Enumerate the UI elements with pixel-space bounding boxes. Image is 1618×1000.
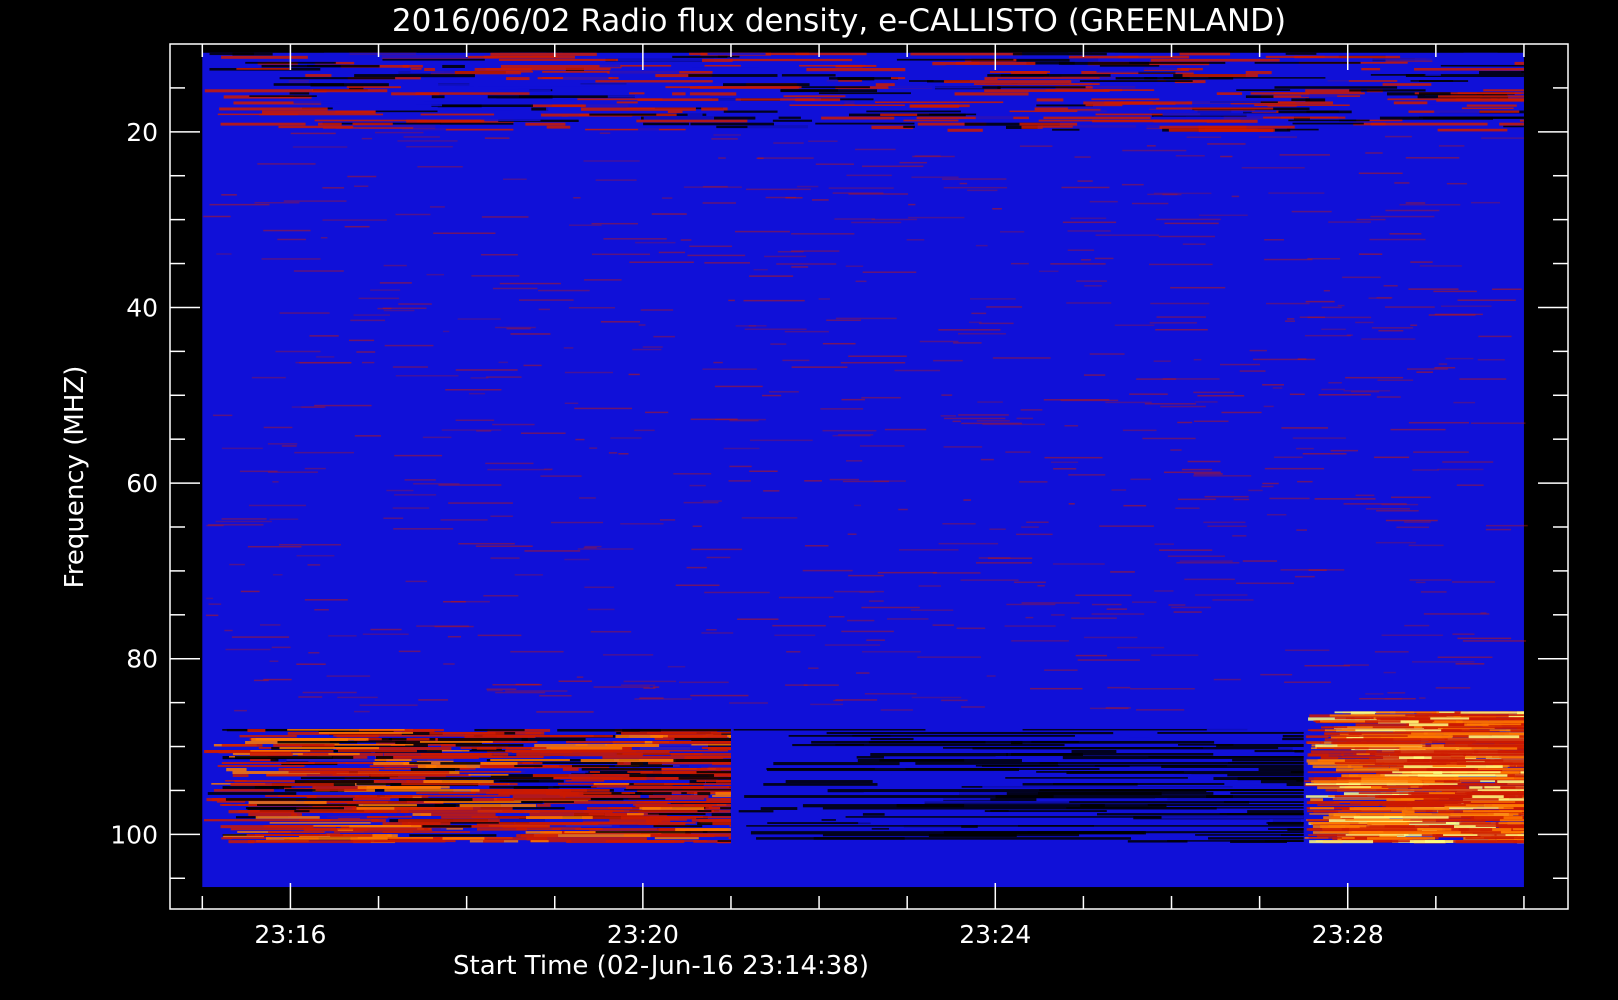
x-tick-label: 23:20 — [607, 920, 679, 949]
y-tick-label: 40 — [126, 293, 158, 322]
chart-title: 2016/06/02 Radio flux density, e-CALLIST… — [392, 3, 1286, 39]
y-axis-label: Frequency (MHZ) — [60, 366, 90, 589]
feature-emission-band — [203, 728, 731, 844]
spectrogram-chart: 2016/06/02 Radio flux density, e-CALLIST… — [60, 3, 1569, 981]
feature-burst — [1304, 711, 1524, 844]
y-tick-label: 100 — [110, 820, 158, 849]
y-tick-label: 60 — [126, 469, 158, 498]
y-tick-label: 20 — [126, 118, 158, 147]
plot-area — [202, 52, 1528, 888]
x-axis-label: Start Time (02-Jun-16 23:14:38) — [453, 951, 869, 981]
y-tick-label: 80 — [126, 645, 158, 674]
x-tick-label: 23:24 — [959, 920, 1031, 949]
x-tick-label: 23:16 — [254, 920, 326, 949]
x-tick-label: 23:28 — [1312, 920, 1384, 949]
